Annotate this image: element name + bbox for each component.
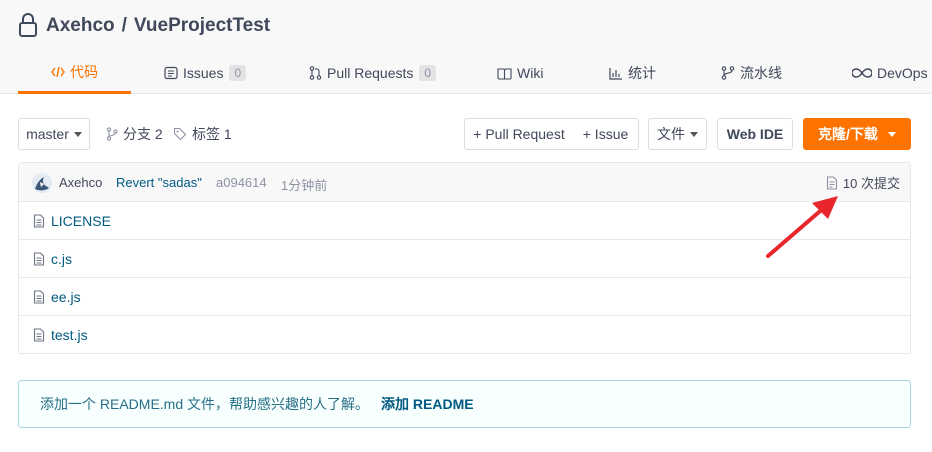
tab-code[interactable]: 代码 <box>18 52 131 94</box>
file-menu-label: 文件 <box>657 126 685 142</box>
file-icon <box>33 213 45 228</box>
web-ide-button[interactable]: Web IDE <box>717 118 793 150</box>
lock-icon <box>18 13 40 39</box>
branch-select-label: master <box>26 126 69 142</box>
commit-hash-link[interactable]: a094614 <box>216 175 267 190</box>
readme-notice: 添加一个 README.md 文件，帮助感兴趣的人了解。 添加 README <box>18 380 911 428</box>
new-issue-button[interactable]: + Issue <box>573 118 639 150</box>
issues-icon <box>164 66 178 80</box>
tab-devops-label: DevOps <box>877 65 928 81</box>
issues-count-badge: 0 <box>229 65 247 81</box>
branch-icon <box>106 127 118 141</box>
tab-pull-requests-label: Pull Requests <box>327 65 414 81</box>
commits-count: 10 次提交 <box>842 176 900 191</box>
new-pull-request-button[interactable]: + Pull Request <box>464 118 574 150</box>
repo-tabs: 代码 Issues 0 Pull Requests 0 Wiki 统计 流水线 … <box>0 52 932 94</box>
tab-wiki[interactable]: Wiki <box>497 52 543 94</box>
pipeline-icon <box>721 66 735 80</box>
file-row[interactable]: LICENSE <box>19 202 910 240</box>
file-name-link[interactable]: LICENSE <box>51 213 111 229</box>
branches-link[interactable]: 分支 2 <box>106 118 163 150</box>
path-separator: / <box>121 15 127 36</box>
add-readme-link[interactable]: 添加 README <box>381 394 474 414</box>
repo-owner-link[interactable]: Axehco <box>46 15 115 37</box>
file-name-link[interactable]: ee.js <box>51 289 81 305</box>
commit-history-icon <box>826 175 837 190</box>
commit-message-link[interactable]: Revert "sadas" <box>116 175 202 190</box>
clone-download-label: 克隆/下载 <box>818 126 878 142</box>
branches-count: 分支 2 <box>123 126 163 142</box>
clone-download-button[interactable]: 克隆/下载 <box>803 118 911 150</box>
chevron-down-icon <box>73 131 82 137</box>
file-row[interactable]: ee.js <box>19 278 910 316</box>
tab-code-label: 代码 <box>70 63 98 80</box>
file-browser: Axehco Revert "sadas" a094614 1分钟前 10 次提… <box>18 162 911 354</box>
file-icon <box>33 289 45 304</box>
pull-request-icon <box>309 66 322 80</box>
repo-header: Axehco / VueProjectTest 代码 Issues 0 Pull… <box>0 0 932 94</box>
infinity-icon <box>852 68 872 78</box>
tab-pipeline[interactable]: 流水线 <box>721 52 782 94</box>
wiki-book-icon <box>497 67 512 80</box>
tag-icon <box>173 127 187 141</box>
tags-link[interactable]: 标签 1 <box>173 118 232 150</box>
commits-count-link[interactable]: 10 次提交 <box>826 173 900 192</box>
tab-stats-label: 统计 <box>628 65 656 81</box>
file-name-link[interactable]: c.js <box>51 251 72 267</box>
repo-name-link[interactable]: VueProjectTest <box>134 15 270 37</box>
repo-title: Axehco / VueProjectTest <box>18 12 270 40</box>
readme-notice-text: 添加一个 README.md 文件，帮助感兴趣的人了解。 <box>40 396 370 412</box>
repo-toolbar: master 分支 2 标签 1 + Pull Request + Issue … <box>18 118 911 150</box>
file-name-link[interactable]: test.js <box>51 327 88 343</box>
tab-wiki-label: Wiki <box>517 65 544 81</box>
tab-issues-label: Issues <box>183 65 224 81</box>
stats-bar-icon <box>609 67 623 80</box>
file-row[interactable]: c.js <box>19 240 910 278</box>
file-icon <box>33 251 45 266</box>
tab-stats[interactable]: 统计 <box>609 52 656 94</box>
file-menu-button[interactable]: 文件 <box>648 118 707 150</box>
tab-devops[interactable]: DevOps <box>852 52 928 94</box>
file-icon <box>33 328 45 342</box>
commit-time: 1分钟前 <box>281 178 328 193</box>
chevron-down-icon <box>690 131 698 137</box>
latest-commit-bar: Axehco Revert "sadas" a094614 1分钟前 10 次提… <box>19 163 910 202</box>
commit-author[interactable]: Axehco <box>59 175 102 190</box>
chevron-down-icon <box>887 131 896 137</box>
file-row[interactable]: test.js <box>19 316 910 354</box>
tab-issues[interactable]: Issues 0 <box>164 52 247 94</box>
avatar[interactable] <box>32 173 52 193</box>
tab-pull-requests[interactable]: Pull Requests 0 <box>309 52 437 94</box>
tags-count: 标签 1 <box>192 126 232 142</box>
pull-requests-count-badge: 0 <box>419 65 437 81</box>
tab-pipeline-label: 流水线 <box>740 65 782 81</box>
branch-select[interactable]: master <box>18 118 90 150</box>
code-icon <box>51 65 65 79</box>
